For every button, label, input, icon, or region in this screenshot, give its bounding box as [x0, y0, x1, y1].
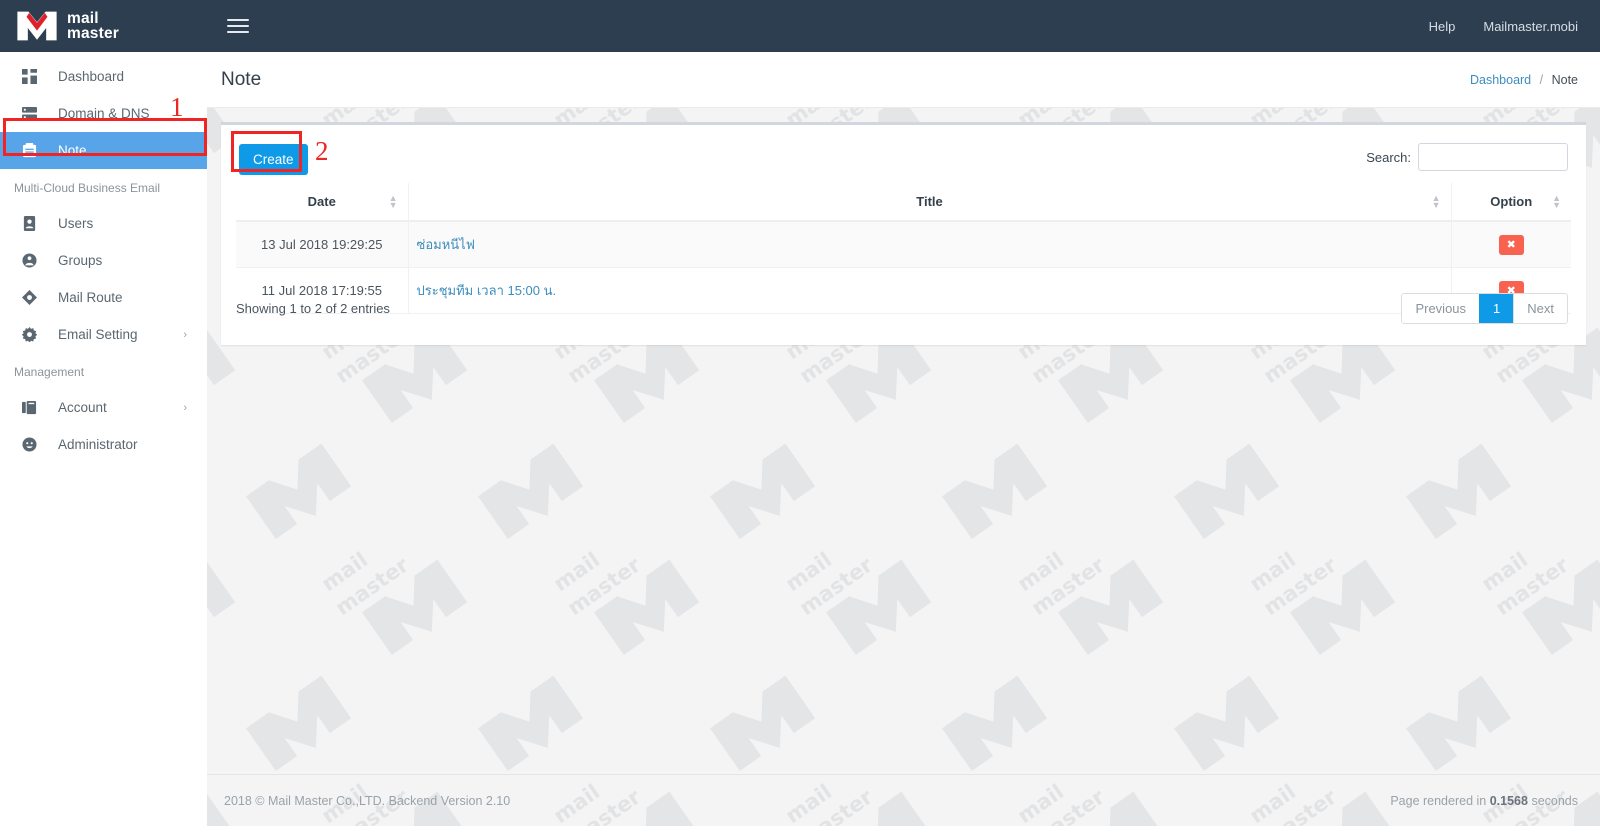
sidebar-section-email: Multi-Cloud Business Email	[14, 181, 161, 195]
book-icon	[22, 399, 42, 417]
sidebar: mail master Dashboard Domain & DNS Note …	[0, 0, 207, 840]
column-header-date[interactable]: Date ▲ ▼	[236, 183, 409, 222]
sidebar-item-label: Note	[58, 143, 87, 158]
column-label-title: Title	[916, 194, 943, 209]
help-link[interactable]: Help	[1429, 19, 1456, 34]
group-icon	[22, 252, 42, 270]
breadcrumb-dashboard-link[interactable]: Dashboard	[1470, 73, 1531, 87]
sidebar-item-email-setting[interactable]: Email Setting ›	[0, 316, 207, 353]
route-diamond-icon	[22, 289, 42, 307]
notes-table-body: 13 Jul 2018 19:29:25 ซ่อมหนีไฟ ✖ 11 Jul …	[236, 221, 1571, 314]
delete-button[interactable]: ✖	[1498, 234, 1524, 255]
breadcrumb-current: Note	[1551, 72, 1578, 87]
cell-title: ซ่อมหนีไฟ	[408, 221, 1451, 268]
note-list-card: Create Search: Date ▲▼ Title ▲▼ Option	[221, 122, 1586, 345]
pagination-page-1[interactable]: 1	[1479, 294, 1514, 323]
sidebar-item-label: Groups	[58, 253, 103, 268]
pagination: Previous 1 Next	[1401, 293, 1568, 324]
search-control: Search:	[1366, 143, 1568, 171]
sidebar-item-label: Users	[58, 216, 94, 231]
sidebar-item-account[interactable]: Account ›	[0, 389, 207, 426]
notes-table-head: Date ▲ ▼ Title ▲ ▼ Option ▲ ▼	[236, 183, 1571, 222]
cell-option: ✖	[1450, 221, 1571, 268]
sidebar-item-label: Account	[58, 400, 107, 415]
page-title: Note	[221, 68, 262, 90]
breadcrumb-separator: /	[1539, 72, 1544, 87]
chevron-right-icon: ›	[183, 401, 187, 414]
hamburger-icon[interactable]	[227, 15, 249, 37]
column-header-option[interactable]: Option ▲ ▼	[1450, 183, 1571, 222]
sidebar-item-note[interactable]: Note	[0, 132, 207, 169]
sidebar-item-administrator[interactable]: Administrator	[0, 426, 207, 463]
annotation-number-2: 2	[315, 136, 329, 166]
sort-updown-icon: ▲ ▼	[1552, 192, 1561, 210]
search-input[interactable]	[1418, 143, 1568, 171]
chevron-right-icon: ›	[183, 328, 187, 341]
brand-line-2: master	[67, 25, 120, 42]
notes-table: Date ▲ ▼ Title ▲ ▼ Option ▲ ▼ 13 Jul 2018 1…	[236, 183, 1571, 314]
sidebar-section-management: Management	[14, 365, 85, 379]
table-row: 11 Jul 2018 17:19:55 ประชุมทีม เวลา 15:0…	[236, 267, 1571, 314]
dashboard-grid-icon	[22, 68, 42, 86]
sidebar-item-label: Email Setting	[58, 327, 138, 342]
sort-updown-icon: ▲ ▼	[388, 192, 398, 210]
table-header-row: Date ▲ ▼ Title ▲ ▼ Option ▲ ▼	[236, 183, 1571, 222]
sidebar-item-label: Mail Route	[58, 290, 123, 305]
cell-date: 13 Jul 2018 19:29:25	[236, 221, 409, 268]
sort-updown-icon: ▲ ▼	[1431, 192, 1441, 210]
sidebar-item-users[interactable]: Users	[0, 205, 207, 242]
sidebar-item-dashboard[interactable]: Dashboard	[0, 58, 207, 95]
sidebar-item-label: Dashboard	[58, 69, 125, 84]
entries-summary: Showing 1 to 2 of 2 entries	[236, 301, 390, 316]
table-row: 13 Jul 2018 19:29:25 ซ่อมหนีไฟ ✖	[236, 221, 1571, 268]
create-button[interactable]: Create	[239, 144, 308, 175]
pagination-next[interactable]: Next	[1513, 294, 1567, 323]
pagination-previous[interactable]: Previous	[1402, 294, 1480, 323]
account-menu-link[interactable]: Mailmaster.mobi	[1483, 19, 1578, 34]
clipboard-icon	[22, 142, 42, 160]
sidebar-item-groups[interactable]: Groups	[0, 242, 207, 279]
note-title-link[interactable]: ซ่อมหนีไฟ	[417, 237, 475, 252]
column-header-title[interactable]: Title ▲ ▼	[408, 183, 1451, 222]
column-label-date: Date	[307, 194, 336, 209]
main-content: Create Search: Date ▲▼ Title ▲▼ Option	[207, 108, 1600, 774]
breadcrumb: Dashboard / Note	[1470, 73, 1578, 87]
top-navigation-bar: Help Mailmaster.mobi	[207, 0, 1600, 52]
annotation-number-1: 1	[170, 92, 184, 122]
content-header: Note Dashboard / Note	[207, 52, 1600, 108]
server-icon	[22, 105, 42, 123]
user-circle-icon	[22, 436, 42, 454]
render-prefix: Page rendered in	[1390, 793, 1487, 808]
render-seconds: 0.1568	[1489, 793, 1528, 808]
bottom-bar	[0, 826, 1600, 840]
topbar-right-links: Help Mailmaster.mobi	[1401, 19, 1578, 34]
note-title-link[interactable]: ประชุมทีม เวลา 15:00 น.	[417, 283, 557, 298]
user-card-icon	[22, 215, 42, 233]
brand-line-1: mail	[67, 9, 99, 27]
sidebar-item-mail-route[interactable]: Mail Route	[0, 279, 207, 316]
render-suffix: seconds	[1531, 793, 1578, 808]
mailmaster-logo-icon	[17, 11, 57, 41]
sidebar-item-label: Domain & DNS	[58, 106, 150, 121]
footer-copyright: 2018 © Mail Master Co.,LTD. Backend Vers…	[224, 793, 511, 808]
page-footer: 2018 © Mail Master Co.,LTD. Backend Vers…	[207, 774, 1600, 826]
gear-icon	[22, 326, 42, 344]
column-label-option: Option	[1490, 194, 1533, 209]
brand-logo[interactable]: mail master	[0, 0, 207, 52]
sidebar-item-label: Administrator	[58, 437, 138, 452]
search-label: Search:	[1366, 149, 1411, 165]
cell-title: ประชุมทีม เวลา 15:00 น.	[408, 267, 1451, 314]
footer-render-time: Page rendered in 0.1568 seconds	[1390, 794, 1578, 808]
